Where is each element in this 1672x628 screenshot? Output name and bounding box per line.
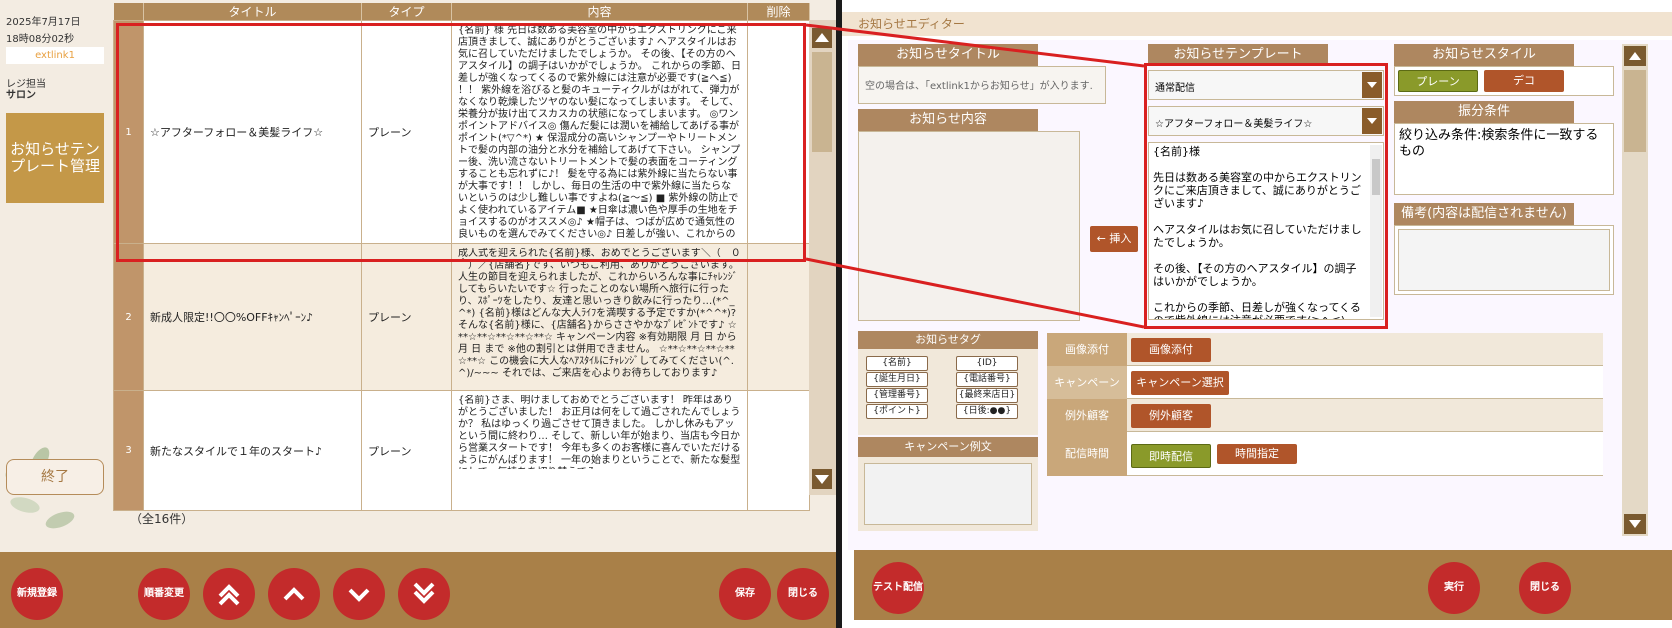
notice-content-header: お知らせ内容	[858, 109, 1038, 131]
chevron-up-icon	[283, 587, 305, 601]
row-title: 新成人限定!!〇〇%OFFｷｬﾝﾍﾟｰﾝ♪	[143, 243, 362, 391]
row-content: {名前} 様 先日は数ある美容室の中からエクストリンクにご来店頂きまして、誠にあ…	[458, 25, 741, 239]
total-count: （全16件）	[130, 512, 194, 526]
exception-label: 例外顧客	[1047, 399, 1127, 432]
tag-button[interactable]: {最終来店日}	[956, 388, 1018, 403]
campaign-example-text[interactable]	[864, 463, 1032, 525]
notice-style-header: お知らせスタイル	[1394, 44, 1574, 66]
row-type: プレーン	[361, 20, 452, 244]
table-header: タイトル タイプ 内容 削除	[113, 3, 810, 21]
chevron-down-icon[interactable]	[1362, 108, 1382, 134]
row-delete[interactable]	[747, 390, 810, 511]
template-name-select[interactable]: ☆アフターフォロー＆美髪ライフ☆	[1148, 106, 1384, 136]
image-attach-button[interactable]: 画像添付	[1131, 338, 1211, 362]
immediate-delivery-button[interactable]: 即時配信	[1131, 444, 1211, 468]
left-close-button[interactable]: 閉じる	[777, 568, 829, 620]
current-time: 18時08分02秒	[6, 34, 75, 45]
tag-button[interactable]: {誕生月日}	[866, 372, 928, 387]
row-type: プレーン	[361, 243, 452, 391]
template-category-select[interactable]: 通常配信	[1148, 70, 1384, 100]
image-label: 画像添付	[1047, 333, 1127, 366]
scroll-up-icon[interactable]	[812, 28, 832, 48]
note-header: 備考(内容は配信されません)	[1394, 203, 1574, 225]
style-plain-button[interactable]: プレーン	[1398, 70, 1478, 92]
header-type: タイプ	[361, 3, 452, 21]
double-chevron-up-icon	[218, 584, 240, 606]
editor-scrollbar[interactable]	[1622, 44, 1648, 536]
scheduled-time-button[interactable]: 時間指定	[1217, 444, 1297, 464]
header-delete: 削除	[747, 3, 810, 21]
move-top-button[interactable]	[203, 568, 255, 620]
campaign-label: キャンペーン	[1047, 366, 1127, 399]
double-chevron-down-icon	[413, 582, 435, 604]
tag-button[interactable]: {名前}	[866, 356, 928, 371]
move-down-button[interactable]	[333, 568, 385, 620]
table-row[interactable]: 1 ☆アフターフォロー＆美髪ライフ☆ プレーン {名前} 様 先日は数ある美容室…	[113, 20, 810, 244]
template-preview[interactable]: {名前}様 先日は数ある美容室の中からエクストリンクにご来店頂きまして、誠にあり…	[1148, 142, 1384, 320]
current-date: 2025年7月17日	[6, 17, 81, 28]
preview-scrollbar[interactable]	[1370, 145, 1382, 317]
row-content: {名前}さま、明けましておめでとうございます！ 昨年はありがとうございました！ …	[458, 395, 741, 469]
row-content: 成人式を迎えられた{名前}様、おめでとうございます＼（＾０＾）／{店舗名}です、…	[458, 248, 741, 379]
row-title: 新たなスタイルで１年のスタート♪	[143, 390, 362, 511]
reorder-button[interactable]: 順番変更	[138, 568, 190, 620]
header-num	[113, 3, 144, 21]
insert-button[interactable]: ← 挿入	[1090, 226, 1138, 252]
tag-button[interactable]: {ID}	[956, 356, 1018, 371]
template-management-button[interactable]: お知らせテンプレート管理	[6, 113, 104, 203]
notice-tag-header: お知らせタグ	[858, 331, 1038, 349]
template-name-value: ☆アフターフォロー＆美髪ライフ☆	[1155, 119, 1313, 130]
header-content: 内容	[451, 3, 748, 21]
right-close-button[interactable]: 閉じる	[1519, 562, 1571, 614]
header-title: タイトル	[143, 3, 362, 21]
template-category-value: 通常配信	[1155, 83, 1195, 94]
notice-table: タイトル タイプ 内容 削除 1 ☆アフターフォロー＆美髪ライフ☆ プレーン {…	[113, 3, 810, 511]
table-row[interactable]: 3 新たなスタイルで１年のスタート♪ プレーン {名前}さま、明けましておめでと…	[113, 390, 810, 511]
scroll-thumb[interactable]	[812, 52, 832, 152]
campaign-example-header: キャンペーン例文	[858, 437, 1038, 457]
row-number: 2	[113, 243, 144, 391]
filter-text: 絞り込み条件:検索条件に一致するもの	[1394, 123, 1614, 195]
filter-header: 振分条件	[1394, 101, 1574, 123]
row-type: プレーン	[361, 390, 452, 511]
row-title: ☆アフターフォロー＆美髪ライフ☆	[143, 20, 362, 244]
chevron-down-icon[interactable]	[1362, 72, 1382, 98]
scroll-down-icon[interactable]	[812, 469, 832, 489]
save-button[interactable]: 保存	[719, 568, 771, 620]
table-row[interactable]: 2 新成人限定!!〇〇%OFFｷｬﾝﾍﾟｰﾝ♪ プレーン 成人式を迎えられた{名…	[113, 243, 810, 391]
row-delete[interactable]	[747, 243, 810, 391]
row-number: 3	[113, 390, 144, 511]
tag-button[interactable]: {ポイント}	[866, 404, 928, 419]
delivery-time-label: 配信時間	[1047, 432, 1127, 476]
move-bottom-button[interactable]	[398, 568, 450, 620]
exception-customer-button[interactable]: 例外顧客	[1131, 404, 1211, 428]
notice-content-textarea[interactable]	[858, 131, 1080, 321]
new-button[interactable]: 新規登録	[11, 568, 63, 620]
notice-template-header: お知らせテンプレート	[1148, 44, 1328, 66]
table-scrollbar[interactable]	[809, 20, 836, 495]
exit-button[interactable]: 終了	[6, 459, 104, 495]
tag-button[interactable]: {日後:●●}	[956, 404, 1018, 419]
row-number: 1	[113, 20, 144, 244]
sidebar: 2025年7月17日 18時08分02秒 extlink1 レジ担当 サロン お…	[0, 0, 112, 550]
chevron-down-icon	[348, 588, 370, 602]
notice-title-header: お知らせタイトル	[858, 44, 1038, 66]
scroll-thumb[interactable]	[1624, 70, 1646, 152]
style-deco-button[interactable]: デコ	[1484, 70, 1564, 92]
editor-title: お知らせエディター	[842, 12, 1672, 36]
notice-list-panel: 2025年7月17日 18時08分02秒 extlink1 レジ担当 サロン お…	[0, 0, 836, 628]
test-delivery-button[interactable]: テスト配信	[872, 562, 924, 614]
tag-button[interactable]: {電話番号}	[956, 372, 1018, 387]
tag-button[interactable]: {管理番号}	[866, 388, 928, 403]
campaign-select-button[interactable]: キャンペーン選択	[1131, 371, 1229, 395]
note-textarea[interactable]	[1398, 229, 1610, 291]
link-label: extlink1	[6, 47, 104, 64]
scroll-down-icon[interactable]	[1624, 514, 1646, 534]
row-delete[interactable]	[747, 20, 810, 244]
scroll-up-icon[interactable]	[1624, 46, 1646, 66]
move-up-button[interactable]	[268, 568, 320, 620]
run-button[interactable]: 実行	[1428, 562, 1480, 614]
notice-title-input[interactable]: 空の場合は、「extlink1からお知らせ」が入ります.	[858, 66, 1106, 104]
store-name: サロン	[6, 90, 36, 101]
